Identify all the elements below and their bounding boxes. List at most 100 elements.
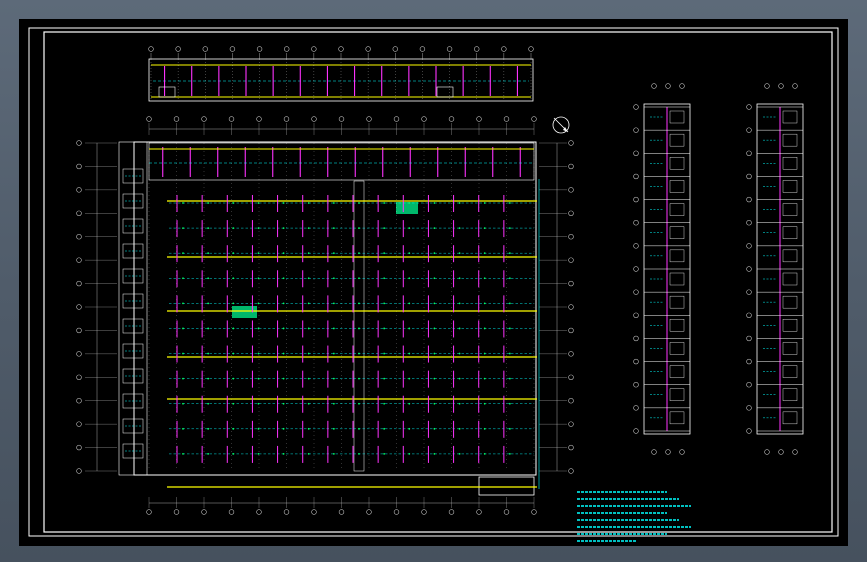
grid-axis-bubble — [76, 234, 82, 240]
sprinkler-head — [458, 377, 461, 380]
grid-axis-bubble — [665, 449, 671, 455]
stair-landing-box — [669, 133, 685, 147]
stair-landing-box — [782, 133, 798, 147]
sprinkler-head — [383, 377, 386, 380]
sprinkler-head — [358, 352, 360, 355]
stair-landing-box — [669, 226, 685, 239]
grid-axis-bubble — [76, 374, 82, 380]
sprinkler-head — [282, 402, 285, 405]
sprinkler-head — [383, 327, 386, 330]
stair-landing-box — [669, 411, 685, 425]
sprinkler-head — [282, 302, 285, 305]
sprinkler-head — [182, 402, 184, 405]
sprinkler-head — [433, 252, 436, 255]
sprinkler-head — [383, 202, 386, 204]
grid-axis-bubble — [175, 46, 181, 52]
sprinkler-head — [433, 227, 436, 229]
sprinkler-head — [207, 453, 210, 455]
grid-axis-bubble — [228, 509, 235, 515]
sprinkler-head — [307, 377, 310, 380]
grid-axis-bubble — [256, 46, 263, 52]
grid-axis-bubble — [76, 140, 82, 146]
grid-axis-bubble — [746, 104, 752, 110]
sprinkler-head — [332, 352, 335, 355]
grid-axis-bubble — [201, 116, 207, 122]
stair-landing-box — [782, 272, 798, 286]
grid-axis-bubble — [746, 335, 752, 342]
grid-axis-bubble — [284, 46, 290, 52]
grid-axis-bubble — [228, 116, 235, 122]
sprinkler-head — [508, 377, 511, 380]
sprinkler-head — [458, 352, 461, 355]
sprinkler-head — [433, 402, 436, 405]
sprinkler-head — [307, 202, 310, 204]
stair-landing-box — [782, 226, 798, 239]
sprinkler-head — [257, 202, 260, 204]
sprinkler-head — [408, 402, 411, 405]
sprinkler-head — [257, 302, 260, 305]
sprinkler-head — [433, 327, 436, 330]
sprinkler-head — [207, 402, 210, 405]
main-plan-outline — [133, 141, 537, 476]
grid-axis-bubble — [568, 327, 574, 334]
sprinkler-head — [508, 402, 511, 405]
grid-axis-bubble — [76, 187, 82, 193]
sprinkler-head — [383, 302, 386, 305]
sprinkler-head — [358, 302, 360, 305]
sprinkler-head — [383, 402, 386, 405]
grid-axis-bubble — [746, 266, 752, 272]
grid-axis-bubble — [503, 509, 510, 515]
sprinkler-head — [282, 202, 285, 204]
sprinkler-head — [508, 202, 511, 204]
sprinkler-head — [358, 252, 360, 255]
sprinkler-head — [332, 227, 335, 229]
sprinkler-head — [332, 453, 335, 455]
sprinkler-head — [282, 352, 285, 355]
sprinkler-head — [408, 377, 411, 380]
grid-axis-bubble — [338, 509, 345, 515]
sprinkler-head — [232, 402, 235, 405]
sprinkler-head — [433, 352, 436, 355]
sprinkler-head — [383, 352, 386, 355]
sprinkler-head — [207, 377, 210, 380]
grid-axis-bubble — [476, 116, 482, 122]
drawing-viewport[interactable] — [19, 19, 848, 546]
grid-axis-bubble — [76, 163, 82, 170]
sprinkler-head — [307, 453, 310, 455]
grid-axis-bubble — [633, 104, 639, 110]
sprinkler-head — [433, 277, 436, 280]
sprinkler-head — [232, 377, 235, 380]
sprinkler-head — [408, 327, 411, 330]
sprinkler-head — [307, 352, 310, 355]
sprinkler-head — [433, 377, 436, 380]
stair-landing-box — [669, 157, 685, 170]
grid-axis-bubble — [746, 382, 752, 388]
sprinkler-head — [483, 327, 486, 330]
sprinkler-head — [458, 252, 461, 255]
grid-axis-bubble — [448, 509, 455, 515]
sprinkler-head — [408, 427, 411, 430]
grid-axis-bubble — [311, 509, 317, 515]
grid-axis-bubble — [746, 405, 752, 411]
grid-axis-bubble — [392, 46, 398, 52]
sprinkler-head — [383, 277, 386, 280]
grid-axis-bubble — [651, 449, 657, 455]
main-floor-plan — [76, 116, 574, 515]
grid-axis-bubble — [76, 327, 82, 334]
grid-axis-bubble — [568, 468, 574, 474]
sprinkler-head — [483, 227, 486, 229]
grid-axis-bubble — [568, 234, 574, 240]
sprinkler-head — [282, 453, 285, 455]
sprinkler-head — [282, 252, 285, 255]
sprinkler-head — [383, 252, 386, 255]
grid-axis-bubble — [568, 421, 574, 427]
grid-axis-bubble — [448, 116, 455, 122]
grid-axis-bubble — [76, 398, 82, 404]
sprinkler-head — [408, 453, 411, 455]
sprinkler-head — [508, 352, 511, 355]
stair-landing-box — [669, 110, 685, 124]
grid-axis-bubble — [568, 210, 574, 216]
cad-drawing — [28, 27, 839, 542]
grid-axis-bubble — [146, 116, 152, 122]
sprinkler-head — [182, 252, 184, 255]
